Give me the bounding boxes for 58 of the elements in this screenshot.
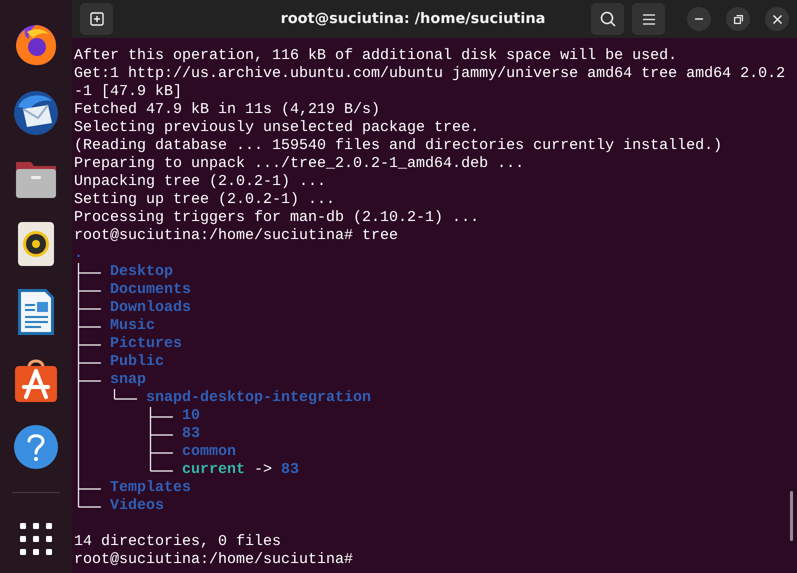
- output-line: (Reading database ... 159540 files and directories currently installed.): [74, 137, 724, 155]
- directory-name: snap: [110, 371, 146, 389]
- scrollbar[interactable]: [790, 491, 793, 541]
- tree-branch-line: [78, 317, 102, 335]
- tree-branch-line: [78, 335, 102, 353]
- output-line: Get:1 http://us.archive.ubuntu.com/ubuntu jammy/universe amd64 tree amd64 2.0.2: [74, 65, 786, 83]
- output-line: -1 [47.9 kB]: [74, 83, 184, 101]
- directory-name: common: [182, 443, 236, 461]
- summary-line: 14 directories, 0 files: [74, 533, 282, 551]
- menu-button[interactable]: [632, 3, 665, 35]
- app-grid-icon[interactable]: [20, 523, 52, 555]
- menu-icon: [642, 14, 654, 24]
- search-icon: [600, 11, 616, 27]
- tree-branch-line: [78, 263, 102, 281]
- mail-client-icon[interactable]: [12, 89, 60, 137]
- directory-name: Documents: [110, 281, 192, 299]
- directory-name: Desktop: [110, 263, 174, 281]
- search-button[interactable]: [591, 3, 624, 35]
- shell-prompt: root@suciutina:/home/suciutina#: [74, 551, 354, 569]
- directory-name: Public: [110, 353, 164, 371]
- output-line: Fetched 47.9 kB in 11s (4,219 B/s): [74, 101, 382, 119]
- close-button[interactable]: [765, 7, 789, 31]
- tree-branch-line: [78, 299, 102, 317]
- output-line: Processing triggers for man-db (2.10.2-1) ...: [74, 209, 480, 227]
- directory-name: Templates: [110, 479, 192, 497]
- restore-button[interactable]: [726, 7, 750, 31]
- symlink-name: current: [182, 461, 246, 479]
- directory-name: Music: [110, 317, 156, 335]
- shopping-bag-icon[interactable]: [13, 357, 59, 403]
- new-tab-icon: [90, 12, 104, 26]
- tree-root: .: [74, 245, 84, 262]
- tree-branch-line: [78, 281, 102, 299]
- document-writer-icon[interactable]: [17, 288, 55, 336]
- output-line: After this operation, 116 kB of additional disk space will be used.: [74, 47, 678, 65]
- command-text: tree: [362, 227, 398, 245]
- output-line: Selecting previously unselected package tree.: [74, 119, 480, 137]
- shell-prompt: root@suciutina:/home/suciutina#: [74, 227, 354, 245]
- tree-branch-line: [78, 353, 102, 371]
- directory-name: Pictures: [110, 335, 182, 353]
- directory-name: snapd-desktop-integration: [146, 389, 372, 407]
- speaker-icon[interactable]: [17, 221, 55, 267]
- directory-name: 10: [182, 407, 200, 425]
- minimize-button[interactable]: [687, 7, 711, 31]
- output-line: Setting up tree (2.0.2-1) ...: [74, 191, 336, 209]
- directory-name: Downloads: [110, 299, 192, 317]
- restore-icon: [734, 14, 742, 24]
- symlink-arrow: ->: [254, 461, 272, 479]
- directory-name: Videos: [110, 497, 164, 515]
- symlink-target: 83: [281, 461, 300, 479]
- close-icon: [772, 14, 782, 24]
- output-line: Preparing to unpack .../tree_2.0.2-1_amd64.deb ...: [74, 155, 526, 173]
- minimize-icon: [695, 18, 703, 20]
- window-title: root@suciutina: /home/suciutina: [280, 11, 546, 27]
- help-icon[interactable]: [13, 424, 59, 470]
- output-line: Unpacking tree (2.0.2-1) ...: [74, 173, 328, 191]
- directory-name: 83: [182, 425, 200, 443]
- new-tab-button[interactable]: [80, 3, 113, 35]
- fox-browser-icon[interactable]: [13, 22, 59, 68]
